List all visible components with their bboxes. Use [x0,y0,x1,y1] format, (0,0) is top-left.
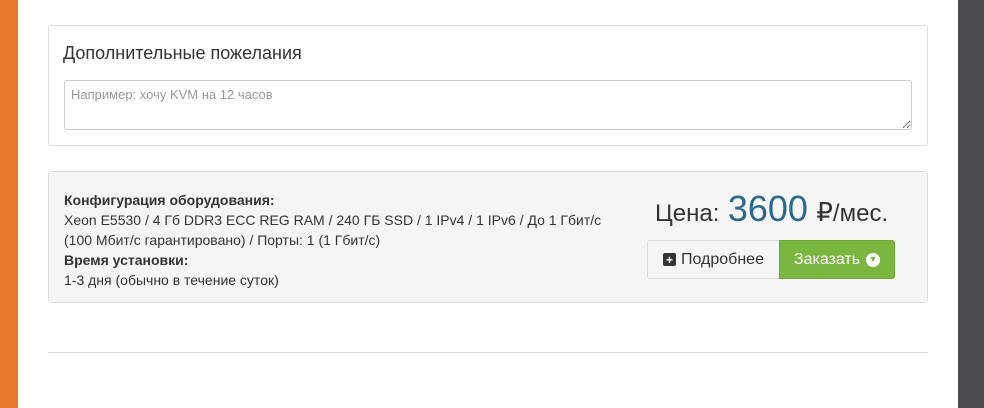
wishes-title: Дополнительные пожелания [63,43,302,63]
hardware-label: Конфигурация оборудования: [64,192,275,208]
left-accent-stripe [0,0,18,408]
price-value: 3600 [727,188,808,229]
hardware-line-1: Xeon E5530 / 4 Гб DDR3 ECC REG RAM / 240… [64,212,602,228]
wishes-panel: Дополнительные пожелания [48,25,928,146]
chevron-circle-down-icon: ▼ [866,252,881,267]
wishes-textarea[interactable] [64,80,912,130]
price-label: Цена: [655,200,720,227]
order-button[interactable]: Заказать ▼ [779,240,895,279]
page-content: Дополнительные пожелания Конфигурация об… [18,0,958,408]
order-button-label: Заказать [793,250,861,268]
setup-value: 1-3 дня (обычно в течение суток) [64,272,279,288]
config-info: Конфигурация оборудования: Xeon E5530 / … [64,190,624,290]
setup-label: Время установки: [64,252,189,268]
hardware-line-2: (100 Мбит/с гарантировано) / Порты: 1 (1… [64,232,381,248]
divider [48,352,928,353]
price-period: /мес. [832,200,889,227]
details-button[interactable]: + Подробнее [647,240,779,279]
right-sidebar-edge [958,0,984,408]
details-button-label: Подробнее [681,250,764,268]
price-unit: ₽/мес. [816,197,889,227]
price-currency: ₽ [816,197,833,227]
price: Цена: 3600 ₽/мес. [655,188,888,230]
config-panel: Конфигурация оборудования: Xeon E5530 / … [48,171,928,303]
plus-square-icon: + [663,253,676,266]
